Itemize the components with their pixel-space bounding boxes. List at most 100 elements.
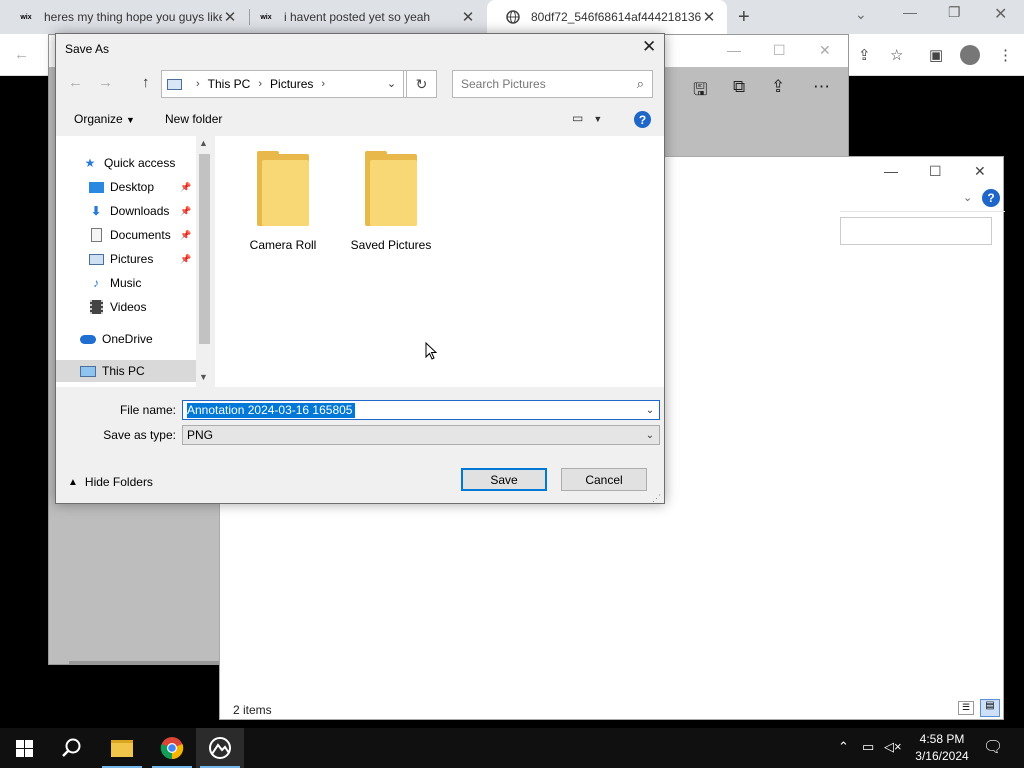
folder-camera-roll[interactable]: Camera Roll xyxy=(229,150,337,260)
pin-icon[interactable]: 📌 xyxy=(180,182,191,193)
restore-icon[interactable]: ❐ xyxy=(948,4,961,21)
nav-item-label: OneDrive xyxy=(102,332,153,346)
folder-saved-pictures[interactable]: Saved Pictures xyxy=(337,150,445,260)
scroll-down-icon[interactable]: ▼ xyxy=(199,372,208,382)
chevron-down-icon[interactable]: ⌄ xyxy=(641,430,659,441)
organize-button[interactable]: Organize ▼ xyxy=(74,112,135,126)
pin-icon[interactable]: 📌 xyxy=(180,254,191,265)
save-button[interactable]: Save xyxy=(461,468,547,491)
hide-folders-button[interactable]: ▲ Hide Folders xyxy=(68,475,153,489)
file-name-field[interactable]: ⌄ xyxy=(182,400,660,420)
profile-avatar-icon[interactable] xyxy=(960,45,980,65)
nav-item-videos[interactable]: Videos xyxy=(56,296,196,318)
document-icon xyxy=(88,228,104,242)
close-icon[interactable]: ✕ xyxy=(974,163,986,180)
change-view-button[interactable]: ▭ ▼ xyxy=(572,111,602,125)
close-icon[interactable]: ✕ xyxy=(642,37,656,57)
scroll-up-icon[interactable]: ▲ xyxy=(199,138,208,148)
tab-title: i havent posted yet so yeah xyxy=(284,10,431,24)
browser-tab[interactable]: wix i havent posted yet so yeah ✕ xyxy=(240,0,486,34)
taskbar-snipping-tool[interactable] xyxy=(196,728,244,768)
nav-item-documents[interactable]: Documents 📌 xyxy=(56,224,196,246)
save-type-select[interactable]: PNG ⌄ xyxy=(182,425,660,445)
address-dropdown-icon[interactable]: ⌄ xyxy=(380,70,404,98)
copy-icon[interactable]: ⧉ xyxy=(733,77,745,97)
pin-icon[interactable]: 📌 xyxy=(180,230,191,241)
taskbar-chrome[interactable] xyxy=(148,728,196,768)
pin-icon[interactable]: 📌 xyxy=(180,206,191,217)
new-folder-button[interactable]: New folder xyxy=(165,112,222,126)
windows-logo-icon xyxy=(15,739,33,757)
up-arrow-icon[interactable]: ↑ xyxy=(142,74,150,91)
forward-arrow-icon[interactable]: → xyxy=(98,74,113,91)
maximize-icon[interactable]: ☐ xyxy=(929,163,942,180)
start-button[interactable] xyxy=(0,728,48,768)
chevron-down-icon[interactable]: ⌄ xyxy=(963,191,972,204)
network-icon[interactable]: ▭ xyxy=(862,739,874,755)
volume-muted-icon[interactable]: ◁× xyxy=(884,739,902,755)
save-icon[interactable]: 🖫 xyxy=(693,77,707,106)
nav-item-this-pc[interactable]: This PC xyxy=(56,360,196,382)
help-icon[interactable]: ? xyxy=(634,111,651,128)
save-type-label: Save as type: xyxy=(103,428,176,442)
nav-item-label: This PC xyxy=(102,364,145,378)
tab-search-chevron-icon[interactable]: ⌄ xyxy=(855,6,867,23)
new-tab-plus-icon[interactable]: + xyxy=(738,6,750,29)
back-arrow-icon[interactable]: ← xyxy=(68,74,83,91)
breadcrumb-pictures[interactable]: Pictures xyxy=(270,77,313,91)
help-icon[interactable]: ? xyxy=(982,189,1000,207)
windows-taskbar: ⌃ ▭ ◁× 4:58 PM 3/16/2024 🗨 xyxy=(0,728,1024,768)
more-icon[interactable]: ⋯ xyxy=(813,77,830,97)
breadcrumb-this-pc[interactable]: This PC xyxy=(208,77,251,91)
star-icon[interactable]: ☆ xyxy=(890,46,903,64)
minimize-icon[interactable]: — xyxy=(884,163,898,179)
tiles-view-icon[interactable]: ▤ xyxy=(980,699,1000,717)
file-name-input[interactable] xyxy=(187,403,641,417)
nav-item-music[interactable]: ♪ Music xyxy=(56,272,196,294)
chevron-up-icon: ▲ xyxy=(68,476,78,488)
back-arrow-icon[interactable]: ← xyxy=(14,46,29,63)
explorer-search-input[interactable] xyxy=(840,217,992,245)
details-view-icon[interactable]: ☰ xyxy=(958,701,974,715)
close-window-icon[interactable]: ✕ xyxy=(994,4,1007,24)
divider xyxy=(840,211,1005,212)
nav-scrollbar[interactable]: ▲ ▼ xyxy=(196,136,213,387)
close-tab-icon[interactable]: ✕ xyxy=(460,8,476,26)
close-icon[interactable]: ✕ xyxy=(819,42,831,59)
taskbar-clock[interactable]: 4:58 PM 3/16/2024 xyxy=(906,731,978,765)
browser-tab-strip: wix heres my thing hope you guys like it… xyxy=(0,0,1024,34)
menu-dots-icon[interactable]: ⋮ xyxy=(998,46,1013,64)
minimize-icon[interactable]: — xyxy=(727,42,741,58)
cancel-button[interactable]: Cancel xyxy=(561,468,647,491)
search-input[interactable] xyxy=(461,77,637,91)
nav-item-label: Music xyxy=(110,276,142,290)
search-box[interactable]: ⌕ xyxy=(452,70,653,98)
nav-item-quick-access[interactable]: ★ Quick access xyxy=(56,152,196,174)
folder-icon xyxy=(365,151,417,226)
wix-favicon-icon: wix xyxy=(20,13,32,21)
download-icon: ⬇ xyxy=(90,204,102,218)
refresh-icon[interactable]: ↻ xyxy=(406,70,437,98)
resize-grip-icon[interactable]: ⋰ xyxy=(652,493,661,504)
maximize-icon[interactable]: ☐ xyxy=(773,42,786,59)
nav-item-desktop[interactable]: Desktop 📌 xyxy=(56,176,196,198)
nav-item-onedrive[interactable]: OneDrive xyxy=(56,328,196,350)
notification-icon[interactable]: 🗨 xyxy=(983,737,1003,757)
share-icon[interactable]: ⇪ xyxy=(858,46,871,64)
close-tab-icon[interactable]: ✕ xyxy=(701,8,717,26)
taskbar-file-explorer[interactable] xyxy=(98,728,146,768)
minimize-icon[interactable]: — xyxy=(903,4,917,20)
navigation-pane: ★ Quick access Desktop 📌 ⬇ Downloads 📌 D… xyxy=(56,136,213,387)
nav-item-downloads[interactable]: ⬇ Downloads 📌 xyxy=(56,200,196,222)
chevron-down-icon[interactable]: ⌄ xyxy=(641,405,659,416)
close-tab-icon[interactable]: ✕ xyxy=(222,8,238,26)
cloud-icon xyxy=(80,332,96,346)
browser-tab-active[interactable]: 80df72_546f68614af444218136e ✕ xyxy=(487,0,727,34)
scrollbar-thumb[interactable] xyxy=(199,154,210,344)
nav-item-pictures[interactable]: Pictures 📌 xyxy=(56,248,196,270)
chevron-up-icon[interactable]: ⌃ xyxy=(838,739,849,755)
share-icon[interactable]: ⇪ xyxy=(771,77,785,97)
search-button[interactable] xyxy=(48,728,96,768)
sidebar-icon[interactable]: ▣ xyxy=(929,46,943,64)
browser-tab[interactable]: wix heres my thing hope you guys like it… xyxy=(0,0,248,34)
